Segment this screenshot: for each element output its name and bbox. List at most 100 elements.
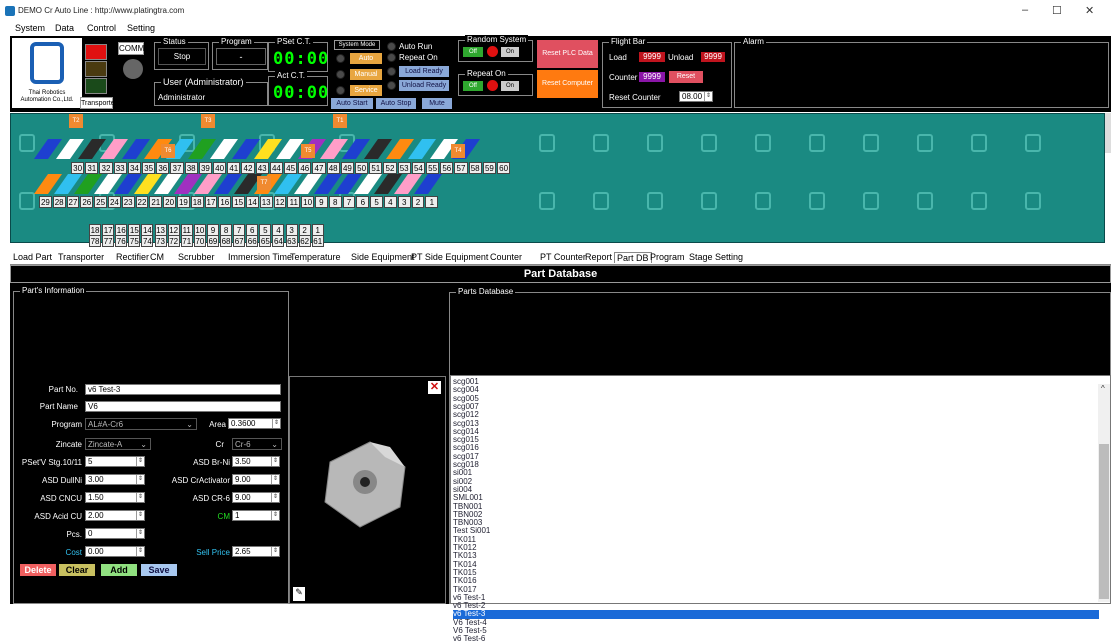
close-button[interactable]: ✕ <box>1085 4 1094 17</box>
spinner-icon[interactable]: ⇕ <box>271 547 279 556</box>
asd-brni-value: 3.50 <box>235 457 251 466</box>
list-item[interactable]: v6 Test-2 <box>453 601 485 610</box>
scrollbar[interactable] <box>1098 384 1110 602</box>
spinner-icon[interactable]: ⇕ <box>136 457 144 466</box>
mute-button[interactable]: Mute <box>422 98 452 109</box>
asd-dullni-field[interactable]: 3.00 ⇕ <box>85 474 145 485</box>
asd-cncu-field[interactable]: 1.50 ⇕ <box>85 492 145 503</box>
tab-side-equipment[interactable]: Side Equipment <box>351 252 415 262</box>
tab-transporter[interactable]: Transporter <box>58 252 104 262</box>
repeat-off-button[interactable]: Off <box>463 81 483 91</box>
spinner-icon[interactable]: ⇕ <box>136 493 144 502</box>
random-off-button[interactable]: Off <box>463 47 483 57</box>
comm-button[interactable]: COMM <box>118 42 144 55</box>
tab-stage-setting[interactable]: Stage Setting <box>689 252 743 262</box>
load-ready-button[interactable]: Load Ready <box>399 66 449 77</box>
tab-rectifier[interactable]: Rectifier <box>116 252 149 262</box>
scroll-thumb[interactable] <box>1099 444 1109 599</box>
tab-counter[interactable]: Counter <box>490 252 522 262</box>
tab-pt-side-equipment[interactable]: PT Side Equipment <box>411 252 488 262</box>
asd-cractivator-field[interactable]: 9.00 ⇕ <box>232 474 280 485</box>
tab-load-part[interactable]: Load Part <box>13 252 52 262</box>
parts-list[interactable]: scg001 scg004 scg005 scg007 scg012 scg013 scg0… <box>450 375 1111 643</box>
reset-counter-field[interactable]: 08.00 ⇕ <box>679 91 713 102</box>
spinner-icon[interactable]: ⇕ <box>271 475 279 484</box>
logo-watermark-icon <box>647 192 663 210</box>
counter-reset-button[interactable]: Reset <box>669 71 703 83</box>
pencil-icon[interactable]: ✎ <box>293 587 305 601</box>
list-item[interactable]: V6 Test-5 <box>453 626 487 635</box>
delete-button[interactable]: Delete <box>20 564 56 576</box>
spinner-icon[interactable]: ⇕ <box>271 457 279 466</box>
list-item[interactable]: v6 Test-6 <box>453 634 485 643</box>
spinner-icon[interactable]: ⇕ <box>136 529 144 538</box>
logo-watermark-icon <box>701 192 717 210</box>
comm-indicator <box>123 59 143 79</box>
repeat-on-button[interactable]: On <box>501 81 519 91</box>
load-label: Load <box>609 53 627 62</box>
auto-stop-button[interactable]: Auto Stop <box>376 98 416 109</box>
menu-data[interactable]: Data <box>55 23 74 33</box>
spinner-icon[interactable]: ⇕ <box>271 511 279 520</box>
sell-price-value: 2.65 <box>235 547 251 556</box>
manual-button[interactable]: Manual <box>350 69 382 80</box>
cost-field[interactable]: 0.00 ⇕ <box>85 546 145 557</box>
random-system-group: Random System Off On <box>458 35 533 62</box>
logo-watermark-icon <box>755 192 771 210</box>
cr-select[interactable]: Cr-6 ⌄ <box>232 438 282 450</box>
part-no-field[interactable]: v6 Test-3 <box>85 384 281 395</box>
transporter-button[interactable]: Transporter <box>80 97 117 109</box>
spinner-icon[interactable]: ⇕ <box>704 92 712 101</box>
tab-pt-counter[interactable]: PT Counter <box>540 252 586 262</box>
asd-brni-field[interactable]: 3.50 ⇕ <box>232 456 280 467</box>
menu-system[interactable]: System <box>15 23 45 33</box>
tab-immersion-time[interactable]: Immersion Time <box>228 252 292 262</box>
repeat-on-label: Repeat On <box>399 53 438 62</box>
spinner-icon[interactable]: ⇕ <box>272 419 280 428</box>
zincate-select[interactable]: Zincate-A ⌄ <box>85 438 151 450</box>
menu-setting[interactable]: Setting <box>127 23 155 33</box>
sell-price-field[interactable]: 2.65 ⇕ <box>232 546 280 557</box>
close-icon[interactable]: ✕ <box>428 381 441 394</box>
unload-ready-button[interactable]: Unload Ready <box>399 80 449 91</box>
cm-field[interactable]: 1 ⇕ <box>232 510 280 521</box>
tab-temperature[interactable]: Temperature <box>290 252 341 262</box>
logo-watermark-icon <box>539 192 555 210</box>
tab-scrubber[interactable]: Scrubber <box>178 252 215 262</box>
list-item[interactable]: V6 Test-4 <box>453 618 487 627</box>
chevron-up-icon[interactable]: ^ <box>1101 384 1105 393</box>
program-select[interactable]: - <box>216 48 266 65</box>
asd-cr6-label: ASD CR-6 <box>192 494 230 503</box>
add-button[interactable]: Add <box>101 564 137 576</box>
spinner-icon[interactable]: ⇕ <box>136 547 144 556</box>
save-button[interactable]: Save <box>141 564 177 576</box>
spinner-icon[interactable]: ⇕ <box>136 511 144 520</box>
reset-computer-button[interactable]: Reset Computer <box>537 70 598 98</box>
tab-cm[interactable]: CM <box>150 252 164 262</box>
menu-control[interactable]: Control <box>87 23 116 33</box>
minimize-button[interactable]: – <box>1022 4 1028 16</box>
tab-part-db[interactable]: Part DB <box>614 252 652 263</box>
spinner-icon[interactable]: ⇕ <box>271 493 279 502</box>
auto-button[interactable]: Auto <box>350 53 382 64</box>
area-field[interactable]: 0.3600 ⇕ <box>228 418 281 429</box>
spinner-icon[interactable]: ⇕ <box>136 475 144 484</box>
list-item[interactable]: v6 Test-3 <box>453 610 1099 619</box>
clear-button[interactable]: Clear <box>59 564 95 576</box>
asd-cr6-field[interactable]: 9.00 ⇕ <box>232 492 280 503</box>
random-on-button[interactable]: On <box>501 47 519 57</box>
auto-start-button[interactable]: Auto Start <box>331 98 373 109</box>
tab-report[interactable]: Report <box>585 252 612 262</box>
reset-counter-value: 08.00 <box>682 92 703 101</box>
part-name-field[interactable]: V6 <box>85 401 281 412</box>
program-select[interactable]: AL#A-Cr6 ⌄ <box>85 418 197 430</box>
tab-program[interactable]: Program <box>650 252 685 262</box>
reset-plc-button[interactable]: Reset PLC Data <box>537 40 598 68</box>
asd-acidcu-field[interactable]: 2.00 ⇕ <box>85 510 145 521</box>
side-toggle[interactable] <box>1105 113 1111 153</box>
pset-stage-field[interactable]: 5 ⇕ <box>85 456 145 467</box>
pcs-field[interactable]: 0 ⇕ <box>85 528 145 539</box>
service-button[interactable]: Service <box>350 85 382 96</box>
maximize-button[interactable]: ☐ <box>1052 4 1062 17</box>
tank-cell: 12 <box>273 196 287 208</box>
